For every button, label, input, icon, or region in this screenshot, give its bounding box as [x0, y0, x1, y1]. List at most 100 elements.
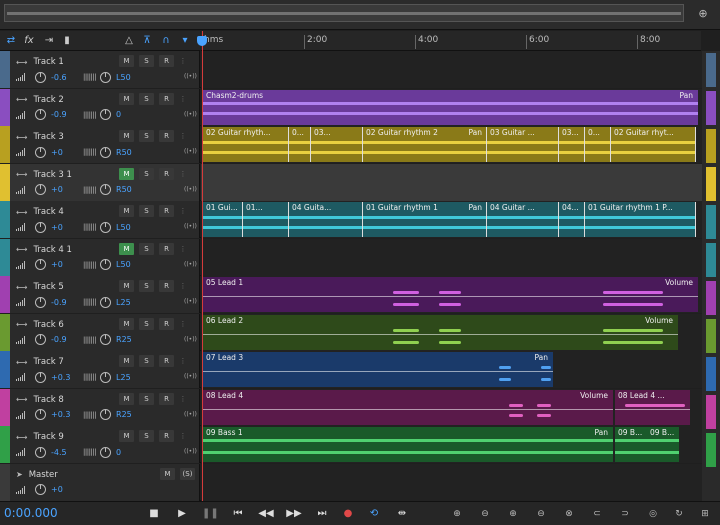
- pan-value[interactable]: 0: [116, 110, 138, 119]
- track-name[interactable]: Track 1: [33, 57, 63, 67]
- mute-button[interactable]: M: [119, 55, 134, 67]
- track-header[interactable]: ⟷ Track 9 M S R ⋮ -4.5 ||||||| 0 ((•)): [0, 426, 200, 463]
- audio-clip[interactable]: 07 Lead 3 Pan: [203, 352, 553, 387]
- track-name[interactable]: Track 8: [33, 395, 63, 405]
- input-monitor-icon[interactable]: ((•)): [184, 73, 197, 80]
- mute-button[interactable]: M: [119, 92, 134, 105]
- zoom-in-time-icon[interactable]: ⊕: [506, 507, 520, 521]
- volume-value[interactable]: +0.3: [51, 373, 73, 382]
- mute-button[interactable]: M: [119, 430, 134, 442]
- record-arm-button[interactable]: R: [159, 205, 174, 217]
- clip-envelope-label[interactable]: Pan: [594, 428, 608, 437]
- audio-clip[interactable]: 01...: [243, 202, 289, 237]
- track-name[interactable]: Track 7: [33, 357, 63, 367]
- pan-value[interactable]: L25: [116, 373, 138, 382]
- track-header[interactable]: ⟷ Track 4 1 M S R ⋮ +0 ||||||| L50 ((•)): [0, 238, 200, 276]
- volume-value[interactable]: +0: [51, 485, 73, 494]
- track-lane[interactable]: 07 Lead 3 Pan: [201, 351, 702, 388]
- rewind-icon[interactable]: ◀◀: [258, 506, 274, 522]
- pan-knob[interactable]: [100, 71, 112, 83]
- track-header[interactable]: ⟷ Track 6 M S R ⋮ -0.9 ||||||| R25 ((•)): [0, 313, 200, 351]
- input-monitor-icon[interactable]: ((•)): [184, 298, 197, 305]
- more-options-icon[interactable]: ⋮: [179, 205, 187, 217]
- overview-waveform[interactable]: [4, 4, 684, 22]
- audio-clip[interactable]: 03...: [559, 127, 585, 162]
- pan-value[interactable]: L50: [116, 260, 138, 269]
- zoom-in-at-start-icon[interactable]: ⊂: [590, 507, 604, 521]
- clip-envelope-label[interactable]: Volume: [580, 391, 608, 400]
- pan-knob[interactable]: [100, 184, 112, 195]
- zoom-overview-icon[interactable]: ⊕: [696, 7, 710, 21]
- record-arm-button[interactable]: R: [159, 392, 174, 405]
- pan-knob[interactable]: [100, 146, 112, 158]
- record-arm-button[interactable]: R: [159, 355, 174, 367]
- track-lane[interactable]: 09 Bass 1 Pan 09 B... 09 B...: [201, 426, 702, 463]
- stop-icon[interactable]: ■: [146, 506, 162, 522]
- volume-knob[interactable]: [35, 334, 46, 345]
- mute-button[interactable]: M: [119, 205, 134, 217]
- record-arm-button[interactable]: R: [159, 430, 174, 442]
- clip-envelope-label[interactable]: Volume: [665, 278, 693, 287]
- mute-button[interactable]: M: [119, 280, 134, 292]
- pan-value[interactable]: R50: [116, 185, 138, 194]
- solo-safe-button[interactable]: (S): [180, 467, 195, 480]
- track-lane[interactable]: 01 Gui... 01... 04 Guita... 01 Guitar rhyth…: [201, 201, 702, 238]
- track-name[interactable]: Track 5: [33, 282, 63, 292]
- volume-knob[interactable]: [35, 146, 46, 158]
- record-arm-button[interactable]: R: [159, 317, 174, 330]
- fx-icon[interactable]: fx: [22, 34, 36, 48]
- volume-knob[interactable]: [35, 371, 46, 383]
- volume-value[interactable]: +0: [51, 260, 73, 269]
- record-icon[interactable]: ●: [340, 506, 356, 522]
- more-options-icon[interactable]: ⋮: [179, 93, 187, 105]
- volume-value[interactable]: +0: [51, 185, 73, 194]
- audio-clip[interactable]: 0...: [289, 127, 311, 162]
- input-monitor-icon[interactable]: ((•)): [184, 373, 197, 380]
- audio-clip[interactable]: 03 Guitar ...: [487, 127, 559, 162]
- master-name[interactable]: Master: [29, 470, 58, 480]
- volume-knob[interactable]: [35, 184, 46, 195]
- record-arm-button[interactable]: R: [159, 92, 174, 105]
- timecode[interactable]: 0:00.000: [4, 506, 58, 520]
- track-lane[interactable]: 05 Lead 1 Volume: [201, 276, 702, 313]
- input-monitor-icon[interactable]: ((•)): [184, 223, 197, 230]
- audio-clip[interactable]: 09 B...: [615, 427, 647, 462]
- loop-switch-icon[interactable]: ⇄: [4, 34, 18, 48]
- volume-value[interactable]: -0.9: [51, 335, 73, 344]
- audio-clip[interactable]: 0...: [585, 127, 611, 162]
- track-header[interactable]: ⟷ Track 7 M S R ⋮ +0.3 ||||||| L25 ((•)): [0, 351, 200, 388]
- more-options-icon[interactable]: ⋮: [179, 130, 187, 142]
- audio-clip[interactable]: Chasm2-drums Pan: [203, 89, 698, 125]
- eq-bars-icon[interactable]: ▮: [60, 34, 74, 48]
- clip-envelope-label[interactable]: Volume: [645, 316, 673, 325]
- sends-icon[interactable]: ⇥: [42, 34, 56, 48]
- audio-clip[interactable]: 06 Lead 2 Volume: [203, 314, 678, 350]
- mute-button[interactable]: M: [119, 392, 134, 405]
- volume-knob[interactable]: [35, 409, 46, 420]
- audio-clip[interactable]: 02 Guitar rhythm 2 Pan: [363, 127, 487, 162]
- pan-value[interactable]: R25: [116, 410, 138, 419]
- mute-button[interactable]: M: [160, 467, 175, 480]
- more-options-icon[interactable]: ⋮: [179, 430, 187, 442]
- ruler-icon[interactable]: ⊼: [140, 34, 154, 48]
- time-ruler[interactable]: hms 2:00 4:00 6:00 8:00: [201, 31, 701, 51]
- zoom-out-time-icon[interactable]: ⊖: [534, 507, 548, 521]
- zoom-in-at-end-icon[interactable]: ⊃: [618, 507, 632, 521]
- zoom-in-amplitude-icon[interactable]: ⊕: [450, 507, 464, 521]
- more-options-icon[interactable]: ⋮: [179, 280, 187, 292]
- mute-button[interactable]: M: [119, 167, 134, 180]
- more-options-icon[interactable]: ⋮: [179, 318, 187, 330]
- record-arm-button[interactable]: R: [159, 130, 174, 142]
- record-arm-button[interactable]: R: [159, 280, 174, 292]
- solo-button[interactable]: S: [139, 130, 154, 142]
- pan-value[interactable]: 0: [116, 448, 138, 457]
- audio-clip[interactable]: 04 Guita...: [289, 202, 363, 237]
- more-options-icon[interactable]: ⋮: [179, 168, 187, 180]
- audio-clip[interactable]: 03...: [311, 127, 363, 162]
- audio-clip[interactable]: 02 Guitar rhyth...: [203, 127, 289, 162]
- volume-value[interactable]: -0.9: [51, 298, 73, 307]
- pan-knob[interactable]: [100, 334, 112, 345]
- volume-knob[interactable]: [35, 221, 46, 233]
- zoom-out-amplitude-icon[interactable]: ⊖: [478, 507, 492, 521]
- playhead-handle[interactable]: [197, 36, 207, 46]
